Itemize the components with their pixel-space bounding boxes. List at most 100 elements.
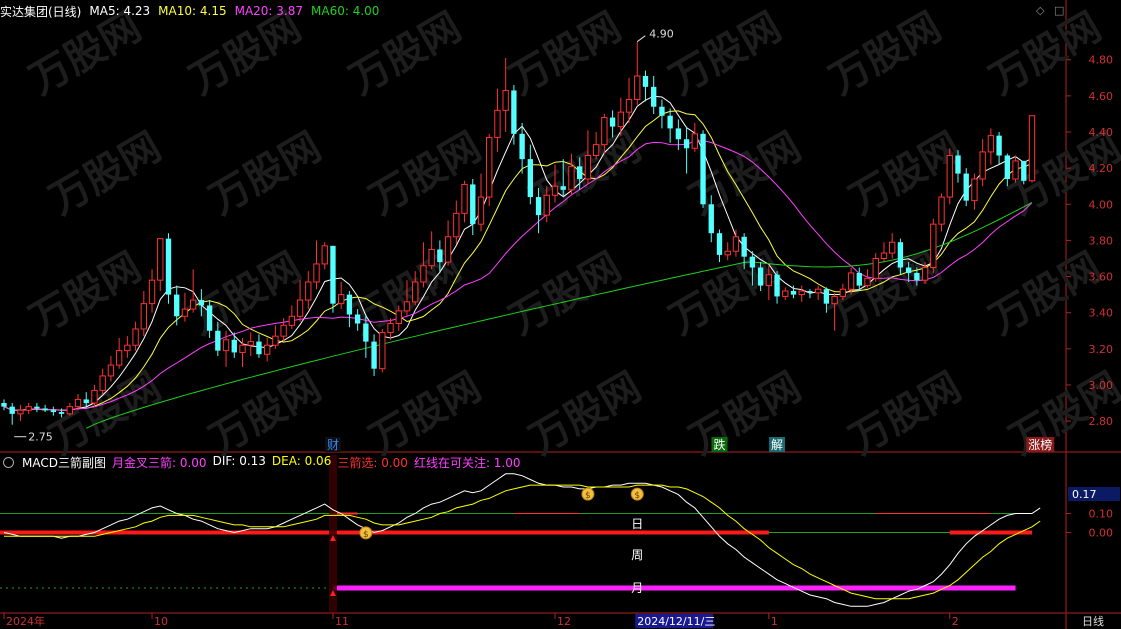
candle-body [651,86,657,107]
candle-body [157,238,164,281]
candle-body [716,233,723,255]
watermark-text: 万股网 [682,364,809,464]
time-label: 1 [771,615,778,628]
candle-body [174,294,180,317]
watermark-text: 万股网 [662,4,789,104]
maximize-icon[interactable]: □ [1054,4,1064,17]
candle-body [700,133,706,205]
candle-body [798,290,805,296]
time-label: 12 [557,615,571,628]
candle-body [437,249,443,263]
price-tick-label: 2.80 [1089,415,1114,428]
candle-body [535,197,542,216]
candle-body [1012,160,1019,180]
candle-body [987,135,995,153]
price-tick-label: 4.40 [1089,126,1114,139]
candle-body [609,117,616,127]
candle-body [683,139,690,149]
candle-body [198,300,205,306]
selected-date-label: 2024/12/11/三 [637,615,715,628]
watermark-text: 万股网 [842,364,969,464]
candle-body [403,301,411,312]
candle-body [428,248,435,267]
low-price-label: 2.75 [28,431,52,444]
price-tick-label: 3.80 [1089,234,1114,247]
candle-body [765,274,773,287]
candle-body [914,272,920,281]
indicator-legend-item: DIF: 0.13 [212,453,266,468]
candle-body [181,308,189,317]
candle-body [115,350,123,366]
candle-body [420,265,427,283]
watermark-text: 万股网 [502,244,629,344]
price-tick-label: 4.60 [1089,90,1114,103]
candle-body [724,250,731,256]
candle-body [461,183,468,214]
candle-body [592,144,600,157]
candle-body [584,155,592,180]
candle-body [395,310,402,325]
price-tick-label: 4.20 [1089,162,1114,175]
main-chart-header: 实达集团(日线) MA5: 4.23 MA10: 4.15 MA20: 3.87… [0,2,379,20]
candle-body [757,267,764,286]
watermark-text: 万股网 [982,244,1109,344]
candle-body [470,184,476,225]
candle-body [774,274,780,297]
candle-body [880,252,888,259]
indicator-toggle-icon[interactable] [3,456,14,468]
candle-body [486,136,493,198]
indicator-name: MACD三箭副图 [22,455,106,470]
candle-body [577,166,583,179]
candle-body [107,364,115,377]
time-label: 10 [154,615,168,628]
candle-body [996,135,1002,156]
candle-body [1028,115,1036,182]
watermark-text: 万股网 [822,4,949,104]
tag-zhangbang: 涨榜 [1028,437,1052,452]
candle-body [790,291,797,295]
candle-body [560,186,566,190]
dea-line [4,484,1041,600]
candle-body [1004,155,1011,179]
candle-body [83,399,89,404]
candle-body [568,165,575,191]
candle-body [675,128,682,140]
ma10-legend: MA10: 4.15 [158,4,227,18]
price-tick-label: 4.80 [1089,54,1114,67]
candle-body [140,303,147,330]
candle-body [897,242,904,268]
candle-body [42,408,48,411]
candle-body [872,257,879,279]
candle-body [601,117,608,146]
time-label: 2024年 [6,614,45,628]
watermark-text: 万股网 [522,364,649,464]
candle-body [206,305,213,331]
candle-body [379,332,386,370]
diamond-icon[interactable]: ◇ [1036,4,1044,17]
candle-body [189,299,197,310]
row-label-zhou: 周 [631,548,643,562]
high-marker-arrow [636,35,646,43]
candle-body [494,109,501,138]
candle-body [642,76,649,87]
candle-body [231,339,237,353]
signal-column [328,455,337,612]
money-bag-icon-glyph: $ [363,530,369,540]
candle-body [889,241,896,254]
candle-body [741,236,747,257]
candle-body [272,335,279,346]
candle-body [444,236,452,263]
candle-body [527,159,534,198]
ma20-legend: MA20: 3.87 [234,4,304,18]
candle-body [354,314,361,324]
candle-body [732,236,740,252]
candle-body [807,291,813,293]
candle-body [387,323,394,334]
candle-body [371,341,377,369]
candle-body [66,406,73,415]
candle-body [1021,160,1027,181]
price-tick-label: 3.00 [1089,379,1114,392]
candle-body [1,403,7,407]
candle-body [823,289,830,304]
candle-body [453,212,460,238]
